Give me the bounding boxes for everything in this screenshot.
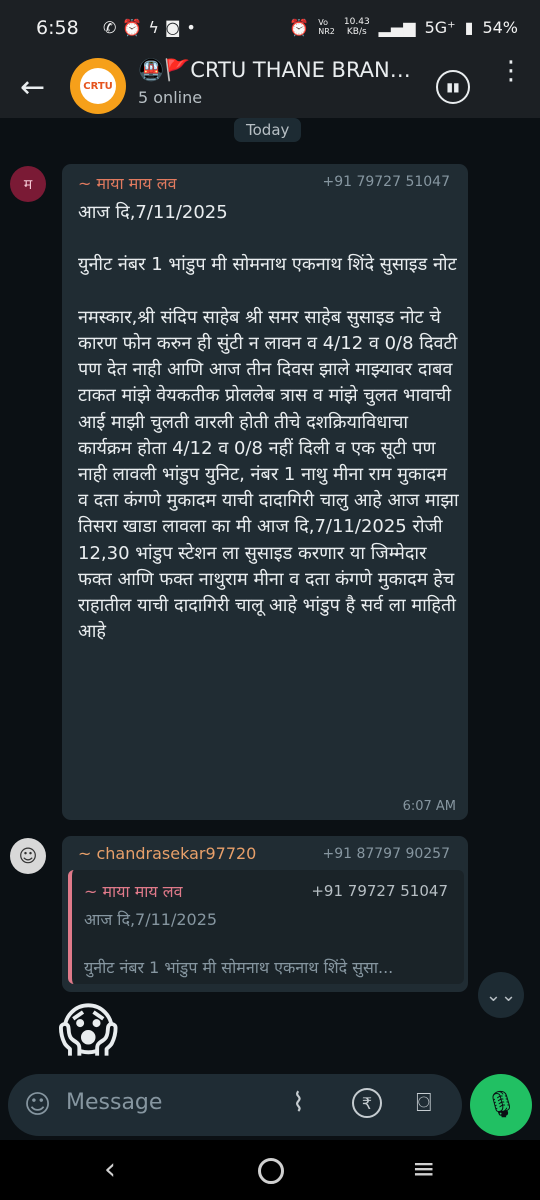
quoted-line-2: युनीट नंबर 1 भांडुप मी सोमनाथ एकनाथ शिंद… (84, 958, 394, 977)
volte-label: Vo NR2 (318, 18, 335, 36)
message-text: आज दि,7/11/2025 युनीट नंबर 1 भांडुप मी स… (78, 202, 459, 643)
notification-icons: ✆⏰ϟ◙• (103, 18, 202, 37)
quoted-phone: +91 79727 51047 (311, 882, 448, 900)
camera-icon[interactable]: ⌼ (416, 1088, 432, 1119)
instagram-icon: ◙ (164, 18, 187, 37)
more-options-icon[interactable]: ⋮ (498, 58, 524, 84)
quoted-line-1: आज दि,7/11/2025 (84, 910, 218, 929)
battery-icon: ▮ (464, 17, 474, 37)
whatsapp-icon: ✆ (103, 18, 123, 37)
system-nav-bar: ‹ ≡ (0, 1140, 540, 1200)
message-input-bar: ☺ Message ⌇ ₹ ⌼ (8, 1074, 462, 1136)
sender-name[interactable]: ~ chandrasekar97720 (78, 844, 256, 863)
nav-recents-icon[interactable]: ≡ (412, 1152, 435, 1185)
sender-phone: +91 79727 51047 (322, 174, 450, 190)
scroll-down-icon[interactable]: ⌄⌄ (478, 972, 524, 1018)
message-input[interactable]: Message (66, 1090, 162, 1115)
message-time: 6:07 AM (402, 799, 456, 814)
status-time: 6:58 (36, 17, 79, 39)
group-title[interactable]: 🚇🚩CRTU THANE BRAN… (138, 58, 418, 83)
payment-icon[interactable]: ₹ (352, 1088, 382, 1118)
attach-icon[interactable]: ⌇ (292, 1088, 305, 1118)
chat-header: ← CRTU 🚇🚩CRTU THANE BRAN… 5 online ▮▮ ⋮ (0, 58, 540, 118)
mic-button[interactable]: 🎙 (470, 1074, 532, 1136)
dot-icon: • (186, 18, 202, 37)
mic-icon: 🎙 (484, 1090, 518, 1120)
status-right: ⏰ Vo NR2 10.43 KB/s ▂▄▆ 5G⁺ ▮ 54% (289, 17, 518, 37)
quoted-sender: ~ माया माय लव (84, 882, 183, 901)
date-chip: Today (234, 118, 302, 142)
online-count: 5 online (138, 88, 203, 107)
nav-home-icon[interactable] (258, 1158, 284, 1184)
net-speed: 10.43 KB/s (343, 17, 370, 37)
quoted-message[interactable]: ~ माया माय लव +91 79727 51047 आज दि,7/11… (68, 870, 464, 984)
sender-avatar[interactable]: म (10, 166, 46, 202)
bolt-icon: ϟ (148, 18, 165, 37)
reply-bubble[interactable]: ~ chandrasekar97720 +91 87797 90257 ~ मा… (62, 836, 468, 992)
network-type: 5G⁺ (424, 17, 456, 37)
sticker-icon[interactable]: ☺ (24, 1090, 51, 1120)
group-avatar[interactable]: CRTU (70, 58, 126, 114)
message-bubble[interactable]: ~ माया माय लव +91 79727 51047 आज दि,7/11… (62, 164, 468, 820)
back-arrow-icon[interactable]: ← (20, 70, 45, 105)
alarm-status-icon: ⏰ (289, 17, 310, 37)
signal-icon: ▂▄▆ (378, 17, 416, 37)
group-avatar-logo: CRTU (80, 68, 116, 104)
reaction-emoji[interactable]: 😱 (58, 996, 118, 1064)
sender-phone: +91 87797 90257 (322, 846, 450, 862)
alarm-icon: ⏰ (122, 18, 149, 37)
battery-level: 54% (482, 17, 518, 37)
voice-chat-icon[interactable]: ▮▮ (436, 70, 470, 104)
status-bar: 6:58 ✆⏰ϟ◙• ⏰ Vo NR2 10.43 KB/s ▂▄▆ 5G⁺ ▮… (0, 0, 540, 58)
sender-name[interactable]: ~ माया माय लव (78, 172, 177, 194)
sender-avatar-photo[interactable]: ☺ (10, 838, 46, 874)
nav-back-icon[interactable]: ‹ (104, 1152, 116, 1187)
